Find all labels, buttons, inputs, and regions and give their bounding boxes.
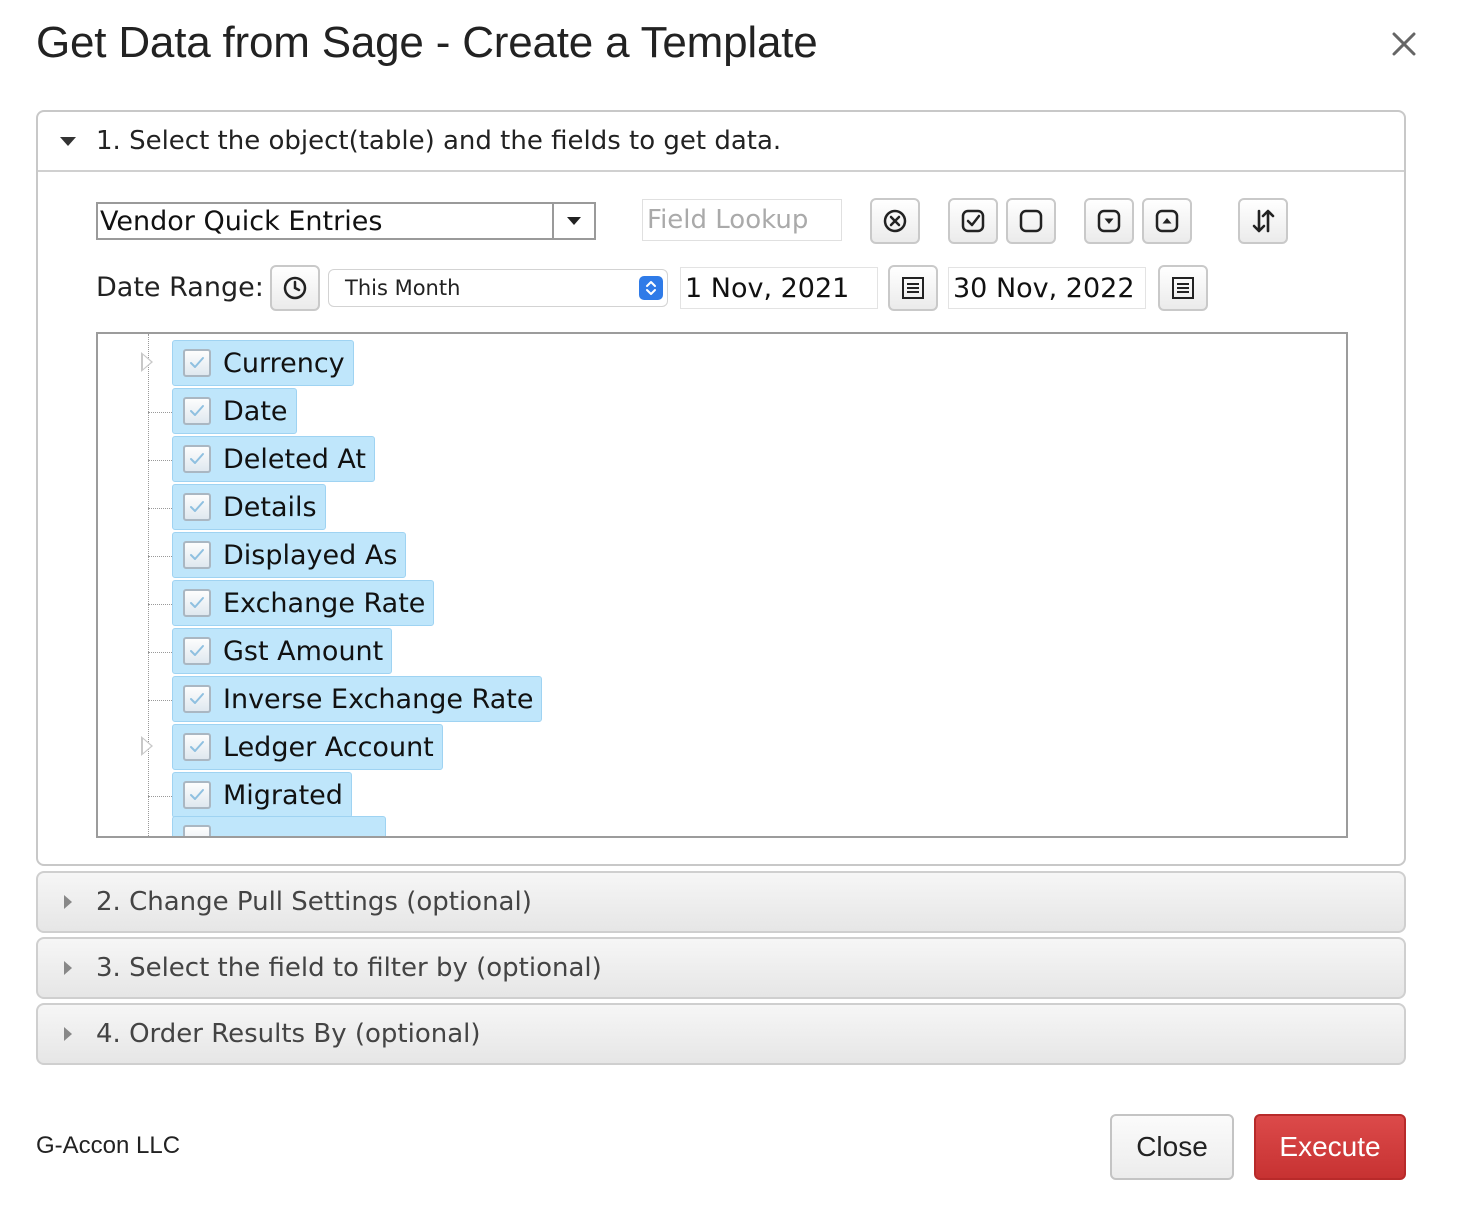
section-label-4: 4. Order Results By (optional) xyxy=(96,1019,481,1049)
start-date-field[interactable]: 1 Nov, 2021 xyxy=(680,267,878,309)
tree-connector xyxy=(148,796,172,797)
tree-item-pill xyxy=(172,332,368,334)
checkbox-checked-icon[interactable] xyxy=(183,349,211,377)
deselect-all-button[interactable] xyxy=(1006,198,1056,244)
calendar-icon xyxy=(902,277,924,299)
tree-item-pill[interactable]: Displayed As xyxy=(172,532,407,578)
section-order-results[interactable]: 4. Order Results By (optional) xyxy=(36,1003,1406,1065)
end-date-value: 30 Nov, 2022 xyxy=(953,272,1135,304)
tree-item-pill[interactable]: Details xyxy=(172,484,326,530)
section-header-3[interactable]: 3. Select the field to filter by (option… xyxy=(38,939,1404,997)
collapse-square-icon xyxy=(1155,209,1179,233)
tree-item-pill[interactable]: Exchange Rate xyxy=(172,580,435,626)
section-header-2[interactable]: 2. Change Pull Settings (optional) xyxy=(38,873,1404,931)
tree-item-pill[interactable]: Gst Amount xyxy=(172,628,393,674)
tree-item-label: Exchange Rate xyxy=(223,587,426,619)
caret-right-icon xyxy=(64,1027,72,1041)
close-icon[interactable] xyxy=(1386,26,1422,62)
tree-item-pill xyxy=(172,816,386,836)
field-tree[interactable]: Currency Date Deleted At Details Displayed A… xyxy=(96,332,1348,838)
tree-item-label: Details xyxy=(223,491,317,523)
object-select[interactable]: Vendor Quick Entries xyxy=(96,202,596,240)
field-lookup-input[interactable] xyxy=(642,199,842,241)
checkbox-checked-icon[interactable] xyxy=(183,397,211,425)
footer-brand: G-Accon LLC xyxy=(36,1132,181,1159)
tree-item-pill[interactable]: Deleted At xyxy=(172,436,376,482)
caret-down-icon xyxy=(60,136,76,146)
checkbox-checked-icon[interactable] xyxy=(183,733,211,761)
end-date-field[interactable]: 30 Nov, 2022 xyxy=(948,267,1146,309)
page-title: Get Data from Sage - Create a Template xyxy=(36,18,818,67)
select-all-button[interactable] xyxy=(948,198,998,244)
object-select-value: Vendor Quick Entries xyxy=(100,205,383,237)
sort-button[interactable] xyxy=(1238,198,1288,244)
section-header-1[interactable]: 1. Select the object(table) and the fiel… xyxy=(38,112,1404,172)
tree-item-label: Date xyxy=(223,395,288,427)
tree-item-pill[interactable]: Migrated xyxy=(172,772,352,818)
caret-right-icon xyxy=(64,895,72,909)
tree-item-pill[interactable]: Currency xyxy=(172,340,354,386)
checkbox-checked-icon[interactable] xyxy=(183,685,211,713)
checkbox-checked-icon[interactable] xyxy=(183,541,211,569)
checkbox-checked-icon xyxy=(183,825,211,836)
section-pull-settings[interactable]: 2. Change Pull Settings (optional) xyxy=(36,871,1406,933)
empty-square-icon xyxy=(1019,209,1043,233)
tree-connector xyxy=(148,604,172,605)
expand-arrow-icon[interactable] xyxy=(141,352,153,372)
tree-item-label: Ledger Account xyxy=(223,731,434,763)
tree-guide-line xyxy=(148,334,149,836)
select-spinner-icon xyxy=(639,276,663,300)
tree-item-label: Deleted At xyxy=(223,443,367,475)
section-label-3: 3. Select the field to filter by (option… xyxy=(96,953,602,983)
check-square-icon xyxy=(961,209,985,233)
section-label-1: 1. Select the object(table) and the fiel… xyxy=(96,126,782,156)
tree-connector xyxy=(148,460,172,461)
tree-item-pill[interactable]: Ledger Account xyxy=(172,724,443,770)
date-range-value: This Month xyxy=(345,276,461,300)
tree-connector xyxy=(148,412,172,413)
start-date-calendar-button[interactable] xyxy=(888,265,938,311)
calendar-icon xyxy=(1172,277,1194,299)
checkbox-checked-icon[interactable] xyxy=(183,781,211,809)
date-range-label: Date Range: xyxy=(96,272,264,303)
execute-button[interactable]: Execute xyxy=(1254,1114,1406,1180)
section-filter-field[interactable]: 3. Select the field to filter by (option… xyxy=(36,937,1406,999)
tree-item-pill[interactable]: Inverse Exchange Rate xyxy=(172,676,543,722)
tree-item-label: Inverse Exchange Rate xyxy=(223,683,534,715)
end-date-calendar-button[interactable] xyxy=(1158,265,1208,311)
clock-icon xyxy=(283,276,307,300)
caret-right-icon xyxy=(64,961,72,975)
tree-connector xyxy=(148,508,172,509)
checkbox-checked-icon[interactable] xyxy=(183,637,211,665)
date-range-toggle-button[interactable] xyxy=(270,265,320,311)
tree-item-pill[interactable]: Date xyxy=(172,388,297,434)
collapse-all-button[interactable] xyxy=(1142,198,1192,244)
object-select-arrow[interactable] xyxy=(552,204,594,238)
sort-arrows-icon xyxy=(1252,209,1275,233)
expand-square-icon xyxy=(1097,209,1121,233)
tree-connector xyxy=(148,652,172,653)
expand-all-button[interactable] xyxy=(1084,198,1134,244)
clear-circle-icon xyxy=(883,209,907,233)
tree-item-label: Gst Amount xyxy=(223,635,384,667)
checkbox-checked-icon[interactable] xyxy=(183,445,211,473)
section-select-object: 1. Select the object(table) and the fiel… xyxy=(36,110,1406,866)
expand-arrow-icon[interactable] xyxy=(141,736,153,756)
checkbox-checked-icon[interactable] xyxy=(183,493,211,521)
section-header-4[interactable]: 4. Order Results By (optional) xyxy=(38,1005,1404,1063)
section-label-2: 2. Change Pull Settings (optional) xyxy=(96,887,532,917)
tree-connector xyxy=(148,556,172,557)
start-date-value: 1 Nov, 2021 xyxy=(685,272,850,304)
clear-button[interactable] xyxy=(870,198,920,244)
tree-item-label: Migrated xyxy=(223,779,343,811)
tree-item-label: Displayed As xyxy=(223,539,398,571)
close-button[interactable]: Close xyxy=(1110,1114,1234,1180)
chevron-down-icon xyxy=(567,217,581,225)
date-range-select[interactable]: This Month xyxy=(328,269,668,307)
checkbox-checked-icon[interactable] xyxy=(183,589,211,617)
tree-item-label: Currency xyxy=(223,347,345,379)
tree-connector xyxy=(148,700,172,701)
